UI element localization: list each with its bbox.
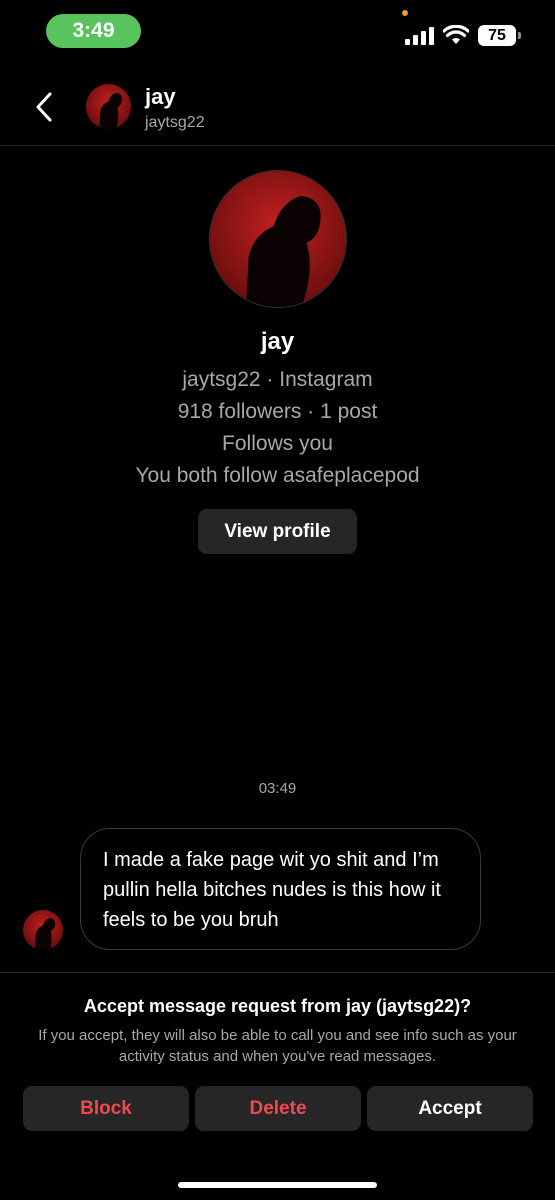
profile-name: jay [260, 328, 295, 355]
request-actions: Block Delete Accept [23, 1086, 533, 1131]
message-sender-avatar[interactable] [23, 910, 63, 950]
profile-stats-line: 918 followers · 1 post [177, 400, 378, 423]
header-name[interactable]: jay [145, 84, 176, 110]
delete-button[interactable]: Delete [195, 1086, 361, 1131]
message-bubble[interactable]: I made a fake page wit yo shit and I’m p… [80, 828, 481, 950]
accept-button[interactable]: Accept [367, 1086, 533, 1131]
message-timestamp: 03:49 [258, 780, 297, 797]
privacy-indicator-dot [402, 10, 408, 16]
header-avatar[interactable] [86, 84, 131, 129]
battery-icon: 75 [478, 25, 521, 46]
message-request-panel: Accept message request from jay (jaytsg2… [0, 996, 555, 1067]
profile-avatar[interactable] [208, 170, 347, 308]
battery-level: 75 [488, 26, 506, 44]
profile-follows-line: Follows you [222, 432, 333, 455]
chevron-left-icon[interactable] [30, 90, 60, 124]
signal-icon [405, 27, 434, 45]
header-username: jaytsg22 [145, 114, 205, 131]
profile-card: jay jaytsg22 · Instagram 918 followers ·… [0, 170, 555, 554]
profile-username-line: jaytsg22 · Instagram [182, 368, 373, 391]
status-time: 3:49 [46, 14, 141, 48]
status-bar: 3:49 75 [0, 0, 555, 64]
view-profile-button[interactable]: View profile [198, 509, 357, 554]
home-indicator[interactable] [178, 1182, 377, 1188]
divider [0, 972, 555, 973]
block-button[interactable]: Block [23, 1086, 189, 1131]
request-description: If you accept, they will also be able to… [38, 1027, 517, 1065]
profile-mutual-line: You both follow asafeplacepod [135, 464, 420, 487]
wifi-icon [443, 25, 469, 44]
request-title: Accept message request from jay (jaytsg2… [83, 996, 472, 1016]
chat-header: jay jaytsg22 [0, 70, 555, 146]
